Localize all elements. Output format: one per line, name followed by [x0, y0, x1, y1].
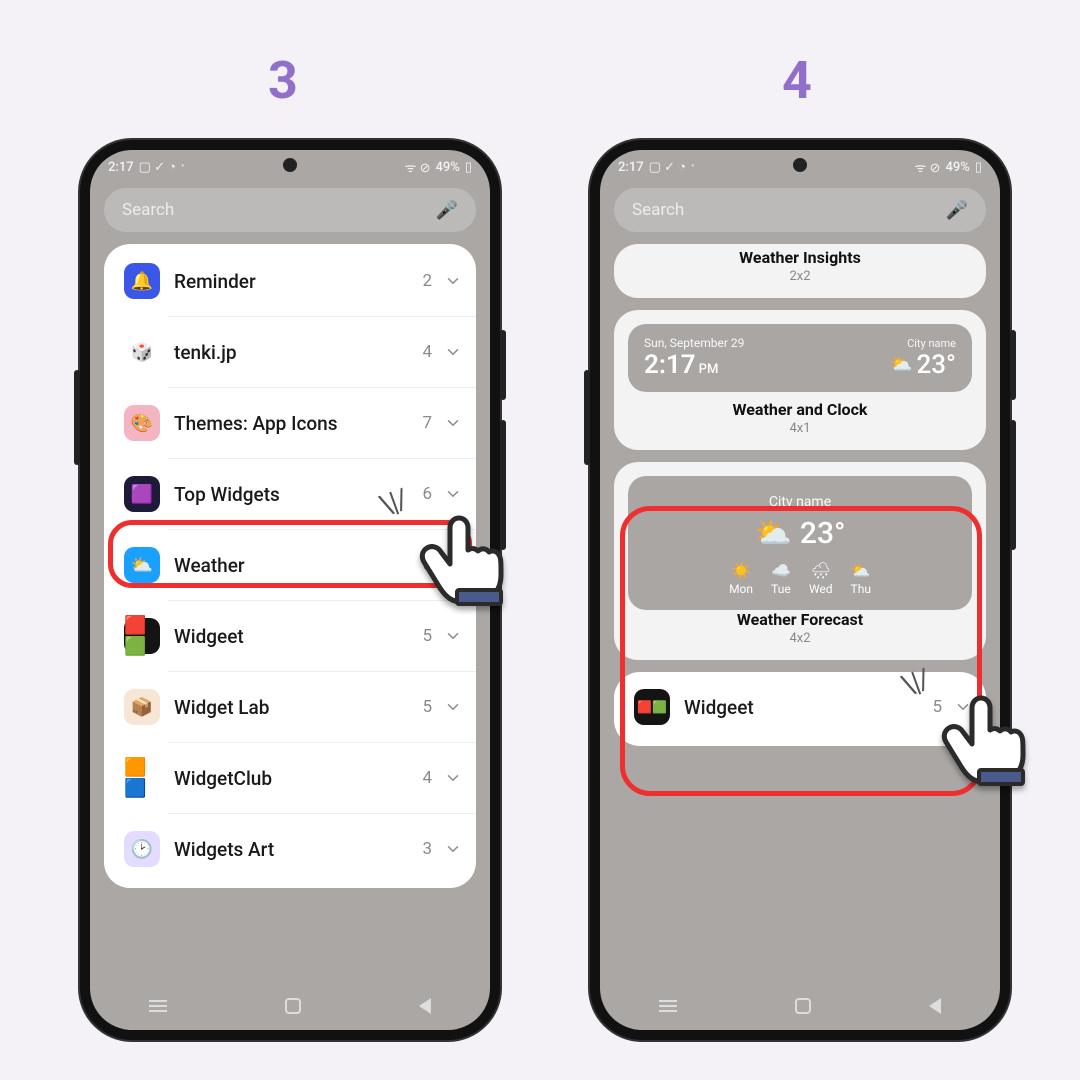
widget-app-row[interactable]: 🟧🟦 WidgetClub4 [104, 743, 476, 813]
chevron-down-icon [444, 627, 462, 645]
widget-search-input[interactable]: Search 🎤 [104, 188, 476, 232]
app-row-label: Widgeet [684, 696, 932, 719]
widget-app-row[interactable]: 🕑 Widgets Art3 [104, 814, 476, 884]
widget-app-row[interactable]: 🟥🟩 Widgeet5 [104, 601, 476, 671]
app-icon: 🟪 [124, 476, 160, 512]
back-button[interactable] [929, 998, 941, 1014]
chevron-down-icon [444, 272, 462, 290]
widget-app-row[interactable]: 🟪 Top Widgets6 [104, 459, 476, 529]
app-icon: 🟥🟩 [124, 618, 160, 654]
chevron-down-icon [444, 485, 462, 503]
widget-card-weather-forecast[interactable]: City name ⛅23° ☀️Mon☁️Tue🌧Wed⛅Thu Weathe… [614, 462, 986, 660]
app-row-label: WidgetClub [174, 767, 422, 790]
app-row-count: 3 [422, 839, 432, 859]
widget-size: 2x2 [628, 269, 972, 284]
weather-icon: ⛅ [755, 516, 792, 551]
widget-app-row[interactable]: 🔔 Reminder2 [104, 246, 476, 316]
recents-button[interactable] [659, 1000, 677, 1012]
recents-button[interactable] [149, 1000, 167, 1012]
app-row-count: 5 [932, 697, 942, 717]
widget-title: Weather Forecast [628, 610, 972, 629]
app-row-label: Widgeet [174, 625, 422, 648]
app-icon: 🔔 [124, 263, 160, 299]
app-row-count: 7 [422, 413, 432, 433]
forecast-day: 🌧Wed [809, 561, 833, 596]
chevron-down-icon [444, 769, 462, 787]
app-row-count: 4 [422, 342, 432, 362]
app-row-label: Widgets Art [174, 838, 422, 861]
widget-app-list: 🔔Reminder2🎲tenki.jp4🎨Themes: App Icons7🟪… [104, 244, 476, 888]
android-nav-bar [90, 984, 490, 1028]
app-row-label: Top Widgets [174, 483, 422, 506]
app-icon: 🎲 [124, 334, 160, 370]
widget-title: Weather and Clock [628, 400, 972, 419]
chevron-down-icon [444, 698, 462, 716]
widget-app-row[interactable]: 🎲 tenki.jp4 [104, 317, 476, 387]
chevron-down-icon [954, 698, 972, 716]
chevron-down-icon [444, 840, 462, 858]
widget-search-input[interactable]: Search 🎤 [614, 188, 986, 232]
app-row-count: 5 [422, 555, 432, 575]
phone-step-4: 2:17▢ ✓ ◔• ᯤ ⊘49%▯ Search 🎤 Weather Insi… [590, 140, 1010, 1040]
preview-city: City name [644, 494, 956, 510]
search-placeholder: Search [122, 200, 436, 220]
app-row-label: tenki.jp [174, 341, 422, 364]
chevron-down-icon [444, 414, 462, 432]
app-icon: ⛅ [124, 547, 160, 583]
widget-app-row[interactable]: 🟥🟩 Widgeet 5 [614, 672, 986, 746]
widget-card-weather-insights[interactable]: Weather Insights 2x2 [614, 244, 986, 298]
phone-step-3: 2:17▢ ✓ ◔• ᯤ ⊘49%▯ Search 🎤 🔔 Reminder2 🎲 t… [80, 140, 500, 1040]
app-icon: 🎨 [124, 405, 160, 441]
app-row-count: 2 [422, 271, 432, 291]
widget-app-row[interactable]: 📦 Widget Lab5 [104, 672, 476, 742]
app-row-count: 4 [422, 768, 432, 788]
preview-date: Sun, September 29 [644, 336, 744, 350]
widget-card-weather-and-clock[interactable]: Sun, September 29 2:17PM City name ⛅23° … [614, 310, 986, 450]
mic-icon[interactable]: 🎤 [946, 200, 968, 221]
status-bar: 2:17▢ ✓ ◔• ᯤ ⊘49%▯ [90, 150, 490, 184]
forecast-day: ⛅Thu [851, 561, 871, 596]
widget-title: Weather Insights [628, 248, 972, 267]
forecast-day: ☀️Mon [729, 561, 753, 596]
chevron-down-icon [444, 343, 462, 361]
step-number-3: 3 [268, 50, 298, 111]
weather-icon: ⛅ [890, 354, 912, 375]
chevron-down-icon [444, 556, 462, 574]
step-number-4: 4 [782, 50, 812, 111]
app-icon: 📦 [124, 689, 160, 725]
widget-app-row[interactable]: ⛅ Weather5 [104, 530, 476, 600]
app-row-label: Themes: App Icons [174, 412, 422, 435]
app-row-count: 5 [422, 626, 432, 646]
app-row-count: 6 [422, 484, 432, 504]
app-icon: 🕑 [124, 831, 160, 867]
status-bar: 2:17▢ ✓ ◔• ᯤ ⊘49%▯ [600, 150, 1000, 184]
mic-icon[interactable]: 🎤 [436, 200, 458, 221]
forecast-day: ☁️Tue [771, 561, 791, 596]
app-row-count: 5 [422, 697, 432, 717]
app-row-label: Weather [174, 554, 422, 577]
preview-city: City name [890, 337, 956, 350]
widget-size: 4x1 [628, 421, 972, 436]
app-row-label: Reminder [174, 270, 422, 293]
search-placeholder: Search [632, 200, 946, 220]
home-button[interactable] [285, 998, 301, 1014]
widget-app-row[interactable]: 🎨 Themes: App Icons7 [104, 388, 476, 458]
app-icon: 🟧🟦 [124, 760, 160, 796]
android-nav-bar [600, 984, 1000, 1028]
app-row-label: Widget Lab [174, 696, 422, 719]
back-button[interactable] [419, 998, 431, 1014]
home-button[interactable] [795, 998, 811, 1014]
widget-size: 4x2 [628, 631, 972, 646]
